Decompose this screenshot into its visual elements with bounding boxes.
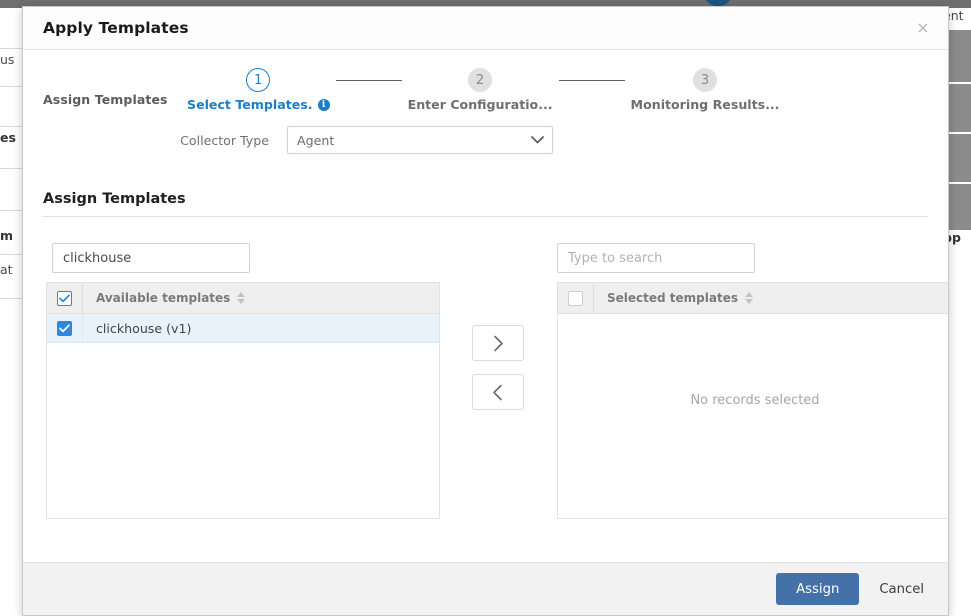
selected-search-input[interactable] xyxy=(557,243,755,273)
assign-button[interactable]: Assign xyxy=(776,573,860,605)
dialog-header: Apply Templates × xyxy=(23,7,948,50)
dialog-body: Assign Templates 1 Select Templates. i 2… xyxy=(23,50,948,562)
step-select-templates[interactable]: 1 Select Templates. i xyxy=(187,68,330,112)
available-templates-rows: clickhouse (v1) xyxy=(47,314,439,518)
step-connector xyxy=(335,80,402,81)
dialog-footer: Assign Cancel xyxy=(23,562,948,615)
collector-type-row: Collector Type Agent xyxy=(43,126,928,154)
row-label: clickhouse (v1) xyxy=(96,320,192,336)
select-all-selected-checkbox[interactable] xyxy=(568,290,583,306)
section-divider xyxy=(43,216,928,217)
collector-type-select[interactable]: Agent xyxy=(287,126,553,154)
available-templates-box: Available templates clickhouse (v1) xyxy=(46,282,440,519)
sort-icon[interactable] xyxy=(237,292,246,304)
selected-templates-rows: No records selected xyxy=(558,314,948,518)
select-all-available-checkbox[interactable] xyxy=(57,290,72,306)
background-text-fragment: es xyxy=(0,130,16,145)
no-records-message: No records selected xyxy=(690,393,820,408)
selected-header-checkbox-cell xyxy=(558,283,594,313)
sort-icon[interactable] xyxy=(745,292,753,304)
step-number-2: 2 xyxy=(468,68,493,92)
collector-type-select-wrapper: Agent xyxy=(287,126,553,154)
step-label-3: Monitoring Results... xyxy=(630,97,780,112)
selected-templates-box: Selected templates No records selected xyxy=(557,282,948,519)
background-left-column xyxy=(0,8,22,616)
collector-type-label: Collector Type xyxy=(180,132,269,148)
available-templates-panel: Available templates clickhouse (v1) xyxy=(43,243,440,519)
step-monitoring-results[interactable]: 3 Monitoring Results... xyxy=(630,68,780,112)
background-text-fragment: us xyxy=(0,52,15,67)
selected-templates-header-text[interactable]: Selected templates xyxy=(594,291,753,305)
available-templates-header-label: Available templates xyxy=(96,291,231,305)
row-checkbox-cell xyxy=(47,314,83,342)
step-label-1-text: Select Templates. xyxy=(187,97,313,112)
step-label-2: Enter Configuratio... xyxy=(407,97,553,112)
selected-templates-header: Selected templates xyxy=(558,283,948,314)
stepper: Assign Templates 1 Select Templates. i 2… xyxy=(43,50,928,112)
step-number-1: 1 xyxy=(246,68,271,92)
stepper-steps: 1 Select Templates. i 2 Enter Configurat… xyxy=(187,68,779,112)
background-text-fragment: m xyxy=(0,228,14,243)
available-header-checkbox-cell xyxy=(47,283,83,313)
move-right-button[interactable] xyxy=(472,325,524,361)
stepper-label: Assign Templates xyxy=(43,92,168,107)
available-templates-header: Available templates xyxy=(47,283,439,314)
step-label-1: Select Templates. i xyxy=(187,97,330,112)
template-transfer: Available templates clickhouse (v1) xyxy=(43,243,948,519)
selected-templates-header-label: Selected templates xyxy=(607,291,738,305)
available-search-input[interactable] xyxy=(52,243,250,273)
info-icon[interactable]: i xyxy=(317,98,330,111)
available-templates-header-text[interactable]: Available templates xyxy=(83,291,246,305)
step-number-3: 3 xyxy=(693,68,717,92)
transfer-controls xyxy=(439,243,557,410)
background-text-fragment: at xyxy=(0,262,13,277)
move-left-button[interactable] xyxy=(472,374,524,410)
step-enter-configuration[interactable]: 2 Enter Configuratio... xyxy=(408,68,553,112)
dialog-title: Apply Templates xyxy=(43,19,189,37)
row-checkbox[interactable] xyxy=(57,320,72,336)
close-icon[interactable]: × xyxy=(912,17,934,39)
assign-templates-heading: Assign Templates xyxy=(43,191,186,207)
table-row[interactable]: clickhouse (v1) xyxy=(47,314,439,343)
step-connector xyxy=(558,80,625,81)
selected-templates-panel: Selected templates No records selected xyxy=(557,243,948,519)
cancel-button[interactable]: Cancel xyxy=(879,582,924,597)
apply-templates-dialog: Apply Templates × Assign Templates 1 Sel… xyxy=(22,6,949,616)
